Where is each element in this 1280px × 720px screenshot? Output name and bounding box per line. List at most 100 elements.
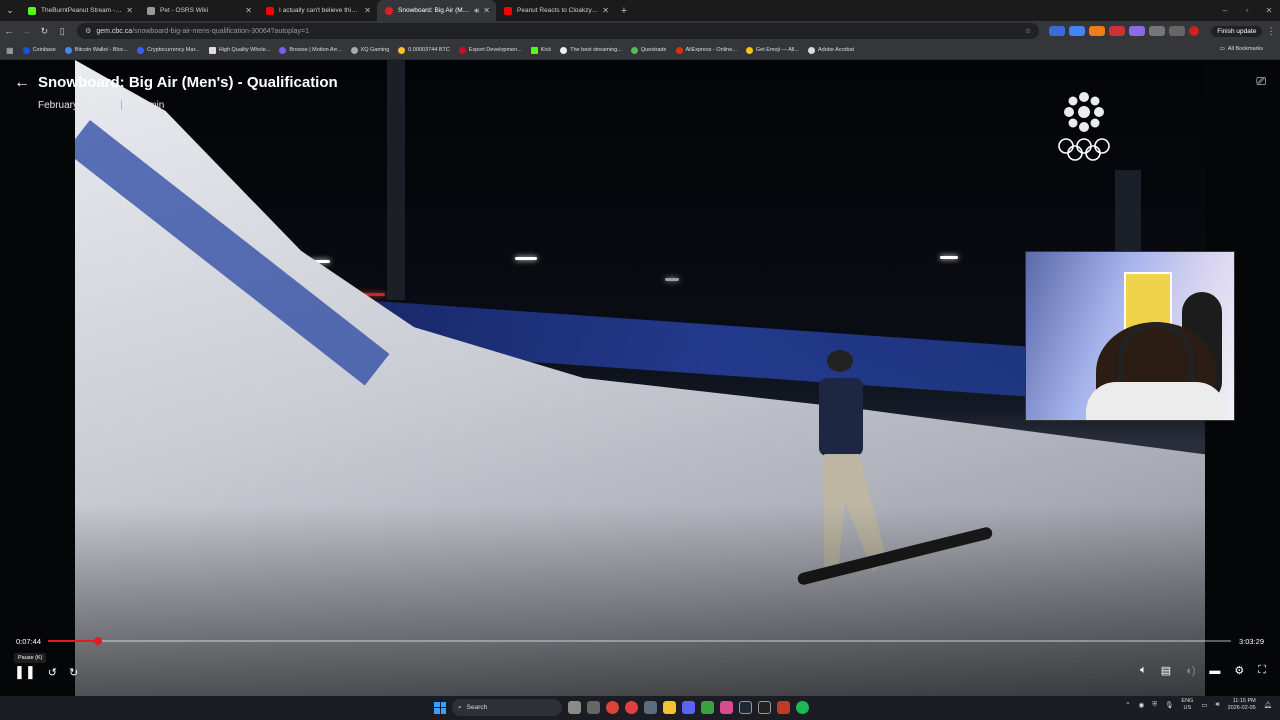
- video-title: Snowboard: Big Air (Men's) - Qualificati…: [38, 74, 338, 91]
- puzzle-icon[interactable]: [1149, 26, 1166, 36]
- chevron-up-icon[interactable]: ⌃: [1125, 701, 1130, 709]
- url-field[interactable]: ⚙ gem.cbc.ca/snowboard-big-air-mens-qual…: [77, 23, 1040, 39]
- streamer-webcam: [1025, 251, 1235, 421]
- progress-played: [48, 640, 98, 642]
- tab-youtube-1[interactable]: I actually can't believe this.. - Y ✕: [258, 0, 377, 21]
- progress-bar[interactable]: [48, 637, 1231, 645]
- total-time: 3:03:29: [1238, 637, 1264, 646]
- tab-search-icon[interactable]: ⌄: [0, 0, 20, 21]
- kick-icon: [28, 6, 36, 15]
- fullscreen-icon[interactable]: ⛶: [1258, 664, 1266, 677]
- tab-youtube-2[interactable]: Peanut Reacts to Cloakzy Slip U ✕: [496, 0, 615, 21]
- menu-icon[interactable]: ⋮: [1262, 26, 1280, 37]
- close-tab-icon[interactable]: ✕: [364, 6, 371, 15]
- bookmark-get-emoji[interactable]: Get Emoji — All...: [745, 46, 799, 54]
- forward-icon[interactable]: →: [18, 26, 36, 36]
- microphone-icon[interactable]: 🎙︎: [1165, 701, 1173, 709]
- capcut-icon[interactable]: [758, 701, 771, 714]
- shield-icon[interactable]: ⛨: [1152, 701, 1157, 709]
- captions-icon[interactable]: ▤: [1161, 664, 1171, 677]
- extension-icon[interactable]: [1129, 26, 1146, 36]
- pause-icon[interactable]: ❚❚: [14, 664, 36, 680]
- close-tab-icon[interactable]: ✕: [126, 6, 133, 15]
- reload-icon[interactable]: ↻: [36, 26, 54, 37]
- notification-bell-icon[interactable]: 🔔︎: [1264, 701, 1272, 709]
- bookmark-blockchain[interactable]: Bitcoin Wallet - Bloc...: [64, 46, 128, 54]
- spotify-icon[interactable]: [796, 701, 809, 714]
- close-tab-icon[interactable]: ✕: [245, 6, 252, 15]
- bookmark-aliexpress[interactable]: AliExpress - Online...: [675, 46, 737, 54]
- media-icon[interactable]: [1169, 26, 1186, 36]
- wholesale-icon: [208, 46, 216, 54]
- apps-icon[interactable]: ▦: [6, 46, 14, 55]
- network-icon[interactable]: ▭: [1201, 701, 1207, 709]
- audio-description-icon[interactable]: ◖): [1185, 665, 1195, 677]
- extension-icon[interactable]: [1109, 26, 1126, 36]
- all-bookmarks[interactable]: ▭ All Bookmarks: [1220, 46, 1263, 52]
- extension-icon[interactable]: [1089, 26, 1106, 36]
- taskbar-search[interactable]: ⌕ Search: [452, 699, 562, 716]
- bookmark-star-icon[interactable]: ☆: [1025, 27, 1031, 35]
- cast-icon[interactable]: ⎚: [1256, 74, 1266, 89]
- bookmark-motion-array[interactable]: Browse | Motion Arr...: [279, 46, 342, 54]
- speaker-icon[interactable]: 🔊︎: [1215, 701, 1219, 709]
- new-tab-button[interactable]: +: [615, 5, 633, 17]
- bookmark-wholesale[interactable]: High Quality Whole...: [208, 46, 270, 54]
- scrubber-handle[interactable]: [93, 637, 102, 645]
- split-view-icon[interactable]: ▯: [53, 26, 71, 37]
- finish-update-button[interactable]: Finish update: [1211, 25, 1263, 37]
- volume-icon[interactable]: 🔈︎: [1140, 664, 1147, 677]
- back-arrow-icon[interactable]: ←: [14, 74, 30, 92]
- rewind-10-icon[interactable]: ↺: [48, 666, 57, 679]
- extension-icon[interactable]: [1049, 26, 1066, 36]
- minecraft-icon[interactable]: [701, 701, 714, 714]
- pause-tooltip: Pause (K): [14, 653, 47, 663]
- bookmark-xq-gaming[interactable]: XQ Gaming: [350, 46, 389, 54]
- file-explorer-icon[interactable]: [663, 701, 676, 714]
- app-icon[interactable]: [625, 701, 638, 714]
- steam-icon[interactable]: [739, 701, 752, 714]
- restore-icon[interactable]: ▫: [1236, 0, 1258, 21]
- app-icon[interactable]: [777, 701, 790, 714]
- bookmark-adobe[interactable]: Adobe Acrobat: [807, 46, 854, 54]
- forward-10-icon[interactable]: ↻: [69, 666, 78, 679]
- bookmark-coinbase[interactable]: Coinbase: [22, 46, 56, 54]
- coinmarketcap-icon: [137, 46, 145, 54]
- bookmark-crypto[interactable]: Cryptocurrency Mar...: [137, 46, 200, 54]
- settings-gear-icon[interactable]: ⚙: [1234, 664, 1244, 677]
- coinbase-icon: [22, 46, 30, 54]
- bookmark-export-dev[interactable]: Export Developmen...: [458, 46, 522, 54]
- back-icon[interactable]: ←: [0, 26, 18, 36]
- speaker-icon[interactable]: 🔊︎: [474, 6, 479, 16]
- extension-icon[interactable]: [1069, 26, 1086, 36]
- profile-icon[interactable]: [1189, 26, 1200, 36]
- tab-cbc-gem[interactable]: Snowboard: Big Air (Men's) 🔊︎ ✕: [377, 0, 496, 21]
- app-icon[interactable]: [644, 701, 657, 714]
- close-tab-icon[interactable]: ✕: [602, 6, 609, 15]
- video-player[interactable]: ← Snowboard: Big Air (Men's) - Qualifica…: [0, 60, 1280, 696]
- bookmark-kick[interactable]: Kick: [530, 46, 551, 54]
- subtitles-icon[interactable]: ▬: [1209, 665, 1220, 677]
- widget-icon[interactable]: [587, 701, 600, 714]
- chrome-icon[interactable]: [606, 701, 619, 714]
- bookmark-questrade[interactable]: Questrade: [630, 46, 667, 54]
- close-window-icon[interactable]: ✕: [1258, 0, 1280, 21]
- tab-kick[interactable]: TheBurntPeanut Stream - Watc ✕: [20, 0, 139, 21]
- bookmarks-bar: ▦ Coinbase Bitcoin Wallet - Bloc... Cryp…: [0, 41, 1280, 60]
- bookmark-streaming[interactable]: The best streaming...: [560, 46, 622, 54]
- discord-icon[interactable]: [682, 701, 695, 714]
- kick-icon: [530, 46, 538, 54]
- photos-icon[interactable]: [720, 701, 733, 714]
- tab-osrs-wiki[interactable]: Pet - OSRS Wiki ✕: [139, 0, 258, 21]
- minimize-icon[interactable]: –: [1214, 0, 1236, 21]
- bookmark-btc[interactable]: 0.00003744 BTC: [398, 46, 450, 54]
- task-view-icon[interactable]: [568, 701, 581, 714]
- windows-start-icon[interactable]: [434, 701, 446, 714]
- language-indicator[interactable]: ENG US: [1181, 698, 1193, 712]
- wiki-icon: [147, 6, 155, 15]
- clock[interactable]: 11:15 PM 2026-02-05: [1228, 698, 1256, 712]
- xq-icon: [350, 46, 358, 54]
- site-info-icon[interactable]: ⚙: [85, 27, 91, 35]
- app-tray-icon[interactable]: ◉: [1139, 701, 1145, 709]
- close-tab-icon[interactable]: ✕: [483, 6, 490, 15]
